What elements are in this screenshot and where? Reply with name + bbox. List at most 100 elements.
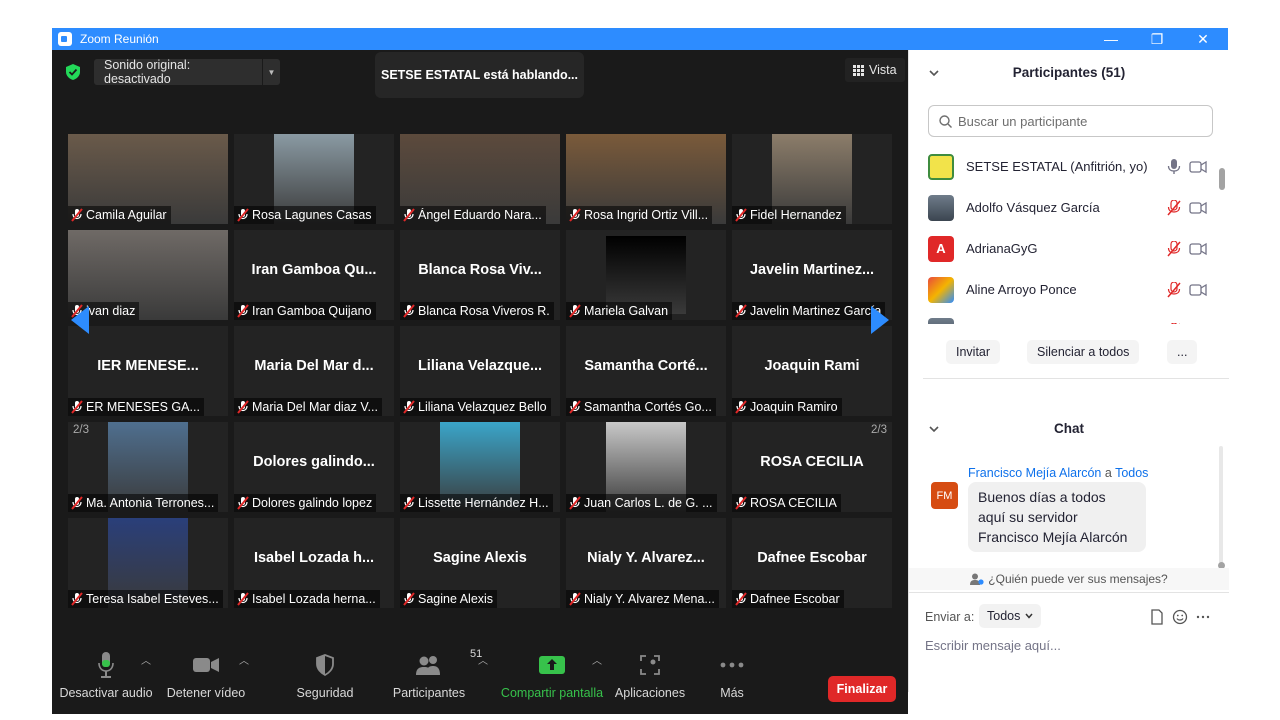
original-sound-label: Sonido original: desactivado xyxy=(104,58,191,86)
emoji-icon[interactable] xyxy=(1172,609,1188,625)
participant-name-label: Teresa Isabel Esteves... xyxy=(68,590,223,608)
participant-list-item[interactable]: Anabí Huesca Tercero xyxy=(909,310,1215,324)
chevron-down-icon[interactable]: ▼ xyxy=(262,59,280,85)
chat-message-bubble[interactable]: Buenos días a todos aquí su servidor Fra… xyxy=(968,482,1146,552)
participant-tile[interactable]: IER MENESE... ER MENESES GA... xyxy=(68,326,228,416)
participant-list: SETSE ESTATAL (Anfitrión, yo) Adolfo Vásq… xyxy=(909,146,1215,324)
collapse-participants-chevron-icon[interactable] xyxy=(929,68,939,78)
participant-name: Isabel Lozada herna... xyxy=(252,592,376,606)
participant-tile[interactable]: Sagine Alexis Sagine Alexis xyxy=(400,518,560,608)
security-button[interactable]: Seguridad xyxy=(290,650,360,710)
chat-sender-name[interactable]: Francisco Mejía Alarcón xyxy=(968,466,1101,480)
share-options-chevron-icon[interactable]: ︿ xyxy=(592,652,602,667)
invite-button[interactable]: Invitar xyxy=(946,340,1001,364)
mute-audio-button[interactable]: Desactivar audio xyxy=(59,650,153,710)
chat-recipient[interactable]: Todos xyxy=(1115,466,1148,480)
muted-mic-icon xyxy=(403,592,415,606)
participant-display-name: Liliana Velazque... xyxy=(417,358,543,374)
participants-more-button[interactable]: ... xyxy=(1167,340,1198,364)
participant-tile[interactable]: Ángel Eduardo Nara... xyxy=(400,134,560,224)
participant-tile[interactable]: Juan Carlos L. de G. ... xyxy=(566,422,726,512)
muted-mic-icon xyxy=(735,208,747,222)
camera-icon[interactable] xyxy=(1189,160,1207,174)
camera-icon[interactable] xyxy=(1189,283,1207,297)
apps-icon xyxy=(640,655,660,675)
chat-to-word: a xyxy=(1104,466,1112,480)
participant-tile[interactable]: Rosa Lagunes Casas xyxy=(234,134,394,224)
participant-tile[interactable]: Maria Del Mar d... Maria Del Mar diaz V..… xyxy=(234,326,394,416)
restore-button[interactable]: ❐ xyxy=(1134,28,1180,50)
participant-name-label: Rosa Ingrid Ortiz Vill... xyxy=(566,206,713,224)
microphone-icon[interactable] xyxy=(1167,158,1181,175)
encryption-shield-icon[interactable] xyxy=(66,64,80,80)
collapse-chat-chevron-icon[interactable] xyxy=(929,424,939,434)
muted-mic-icon[interactable] xyxy=(1167,240,1181,257)
participants-options-chevron-icon[interactable]: ︿ xyxy=(478,652,488,667)
video-options-chevron-icon[interactable]: ︿ xyxy=(239,652,249,667)
camera-icon[interactable] xyxy=(1189,242,1207,256)
end-meeting-button[interactable]: Finalizar xyxy=(828,676,896,702)
participant-search-input[interactable]: Buscar un participante xyxy=(928,105,1213,137)
previous-page-arrow[interactable] xyxy=(68,300,92,340)
participant-tile[interactable]: Dafnee Escobar Dafnee Escobar xyxy=(732,518,892,608)
participant-list-item[interactable]: SETSE ESTATAL (Anfitrión, yo) xyxy=(909,146,1215,187)
more-button[interactable]: Más xyxy=(710,650,754,710)
participant-display-name: Dolores galindo... xyxy=(253,454,375,470)
participant-name-label: ER MENESES GA... xyxy=(68,398,204,416)
participant-tile[interactable]: Isabel Lozada h... Isabel Lozada herna... xyxy=(234,518,394,608)
muted-mic-icon xyxy=(237,496,249,510)
apps-button[interactable]: Aplicaciones xyxy=(614,650,686,710)
participant-list-item[interactable]: Adolfo Vásquez García xyxy=(909,187,1215,228)
muted-mic-icon xyxy=(735,592,747,606)
participant-list-scrollbar[interactable] xyxy=(1219,168,1225,190)
chat-more-icon[interactable] xyxy=(1195,609,1211,625)
chat-scrollbar-track[interactable] xyxy=(1219,446,1223,564)
participant-list-item[interactable]: A AdrianaGyG xyxy=(909,228,1215,269)
stop-video-button[interactable]: Detener vídeo xyxy=(164,650,248,710)
grid-icon xyxy=(853,64,864,76)
muted-mic-icon[interactable] xyxy=(1167,281,1181,298)
participant-tile[interactable]: ivan diaz xyxy=(68,230,228,320)
who-can-see-link[interactable]: ¿Quién puede ver sus mensajes? xyxy=(909,568,1229,590)
participant-name-label: Ma. Antonia Terrones... xyxy=(68,494,219,512)
participant-list-item[interactable]: Aline Arroyo Ponce xyxy=(909,269,1215,310)
participant-tile[interactable]: Nialy Y. Alvarez... Nialy Y. Alvarez Mena… xyxy=(566,518,726,608)
participant-tile[interactable]: Lissette Hernández H... xyxy=(400,422,560,512)
participant-tile[interactable]: Liliana Velazque... Liliana Velazquez Bel… xyxy=(400,326,560,416)
muted-mic-icon xyxy=(735,496,747,510)
minimize-button[interactable]: — xyxy=(1088,28,1134,50)
participant-tile[interactable]: Iran Gamboa Qu... Iran Gamboa Quijano xyxy=(234,230,394,320)
participant-tile[interactable]: Dolores galindo... Dolores galindo lopez xyxy=(234,422,394,512)
camera-icon[interactable] xyxy=(1189,201,1207,215)
original-sound-toggle[interactable]: Sonido original: desactivado ▼ xyxy=(94,58,280,86)
share-screen-button[interactable]: Compartir pantalla xyxy=(500,650,604,710)
file-icon[interactable] xyxy=(1149,609,1165,625)
participant-name: Blanca Rosa Viveros R. xyxy=(418,304,550,318)
close-button[interactable]: ✕ xyxy=(1180,28,1226,50)
mute-all-button[interactable]: Silenciar a todos xyxy=(1027,340,1140,364)
participant-tile[interactable]: Fidel Hernandez xyxy=(732,134,892,224)
view-button[interactable]: Vista xyxy=(845,58,905,82)
participant-tile[interactable]: Mariela Galvan xyxy=(566,230,726,320)
camera-off-icon[interactable] xyxy=(1189,323,1207,325)
participant-name-label: Samantha Cortés Go... xyxy=(566,398,716,416)
participant-tile[interactable]: Camila Aguilar xyxy=(68,134,228,224)
participant-tile[interactable]: Rosa Ingrid Ortiz Vill... xyxy=(566,134,726,224)
participant-tile[interactable]: Samantha Corté... Samantha Cortés Go... xyxy=(566,326,726,416)
chat-compose-input[interactable]: Escribir mensaje aquí... xyxy=(925,638,1061,653)
send-to-dropdown[interactable]: Todos xyxy=(979,604,1042,628)
muted-mic-icon xyxy=(237,208,249,222)
participant-tile[interactable]: Teresa Isabel Esteves... xyxy=(68,518,228,608)
muted-mic-icon[interactable] xyxy=(1167,199,1181,216)
participant-tile[interactable]: Blanca Rosa Viv... Blanca Rosa Viveros R. xyxy=(400,230,560,320)
participant-name-label: Liliana Velazquez Bello xyxy=(400,398,551,416)
muted-mic-icon[interactable] xyxy=(1167,322,1181,325)
next-page-arrow[interactable] xyxy=(868,300,892,340)
more-label: Más xyxy=(720,686,744,700)
audio-options-chevron-icon[interactable]: ︿ xyxy=(141,652,151,667)
participants-button[interactable]: 51 Participantes xyxy=(392,648,482,710)
muted-mic-icon xyxy=(735,304,747,318)
participant-search-placeholder: Buscar un participante xyxy=(958,113,1088,129)
participant-list-name: AdrianaGyG xyxy=(966,241,1038,256)
participant-name-label: Juan Carlos L. de G. ... xyxy=(566,494,717,512)
